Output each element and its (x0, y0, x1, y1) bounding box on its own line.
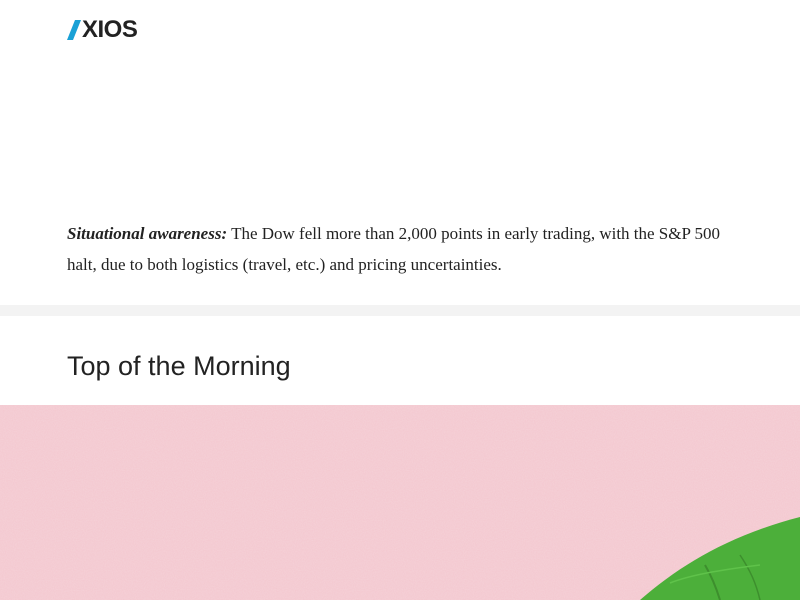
axios-logo-text: XIOS (82, 16, 138, 43)
story-line-2: halt, due to both logistics (travel, etc… (67, 255, 502, 274)
hero-image[interactable] (0, 405, 800, 600)
section-title: Top of the Morning (67, 351, 291, 381)
axios-logo-mark-icon (67, 20, 81, 40)
story-lead: Situational awareness: (67, 224, 228, 243)
hero-illustration (0, 405, 800, 600)
story-paragraph: Situational awareness: The Dow fell more… (67, 218, 800, 280)
axios-logo[interactable]: XIOS (67, 16, 138, 43)
story-line-1-text: The Dow fell more than 2,000 points in e… (227, 224, 721, 243)
story-line-1: Situational awareness: The Dow fell more… (67, 218, 800, 249)
section-divider (0, 305, 800, 316)
